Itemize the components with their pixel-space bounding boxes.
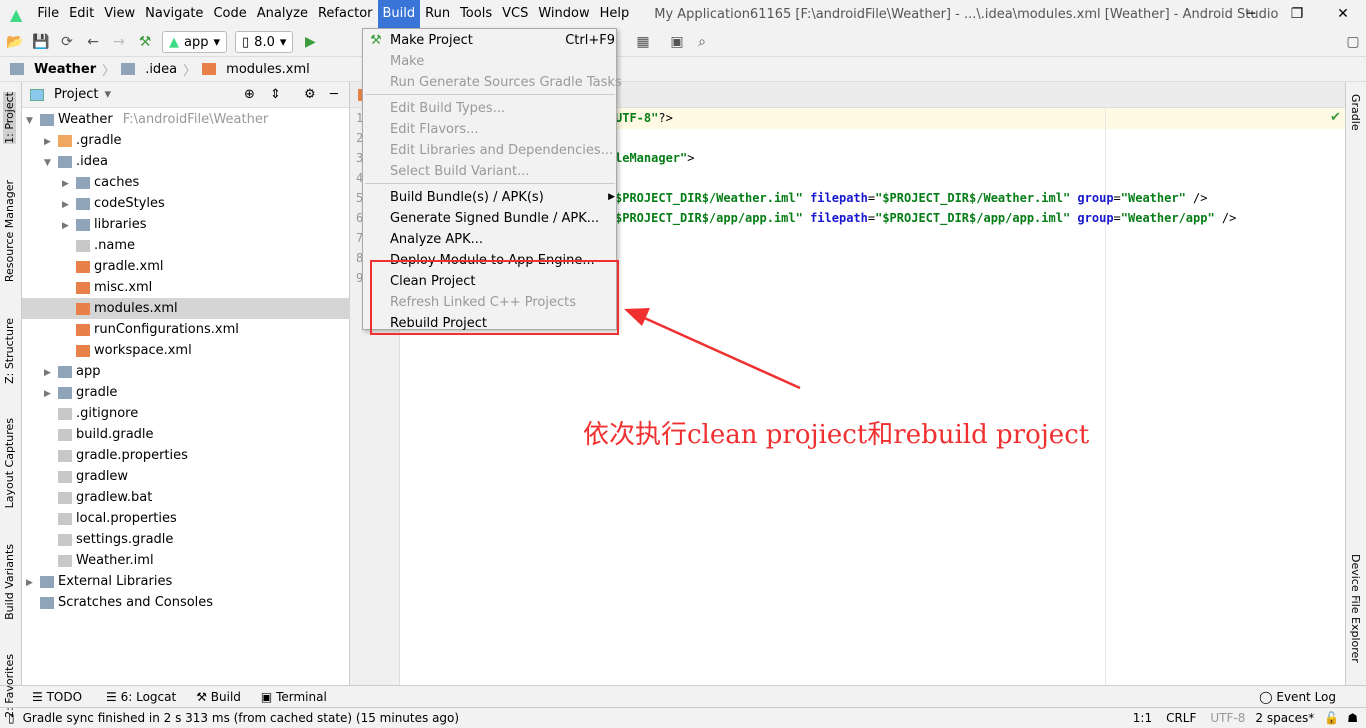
annotation-arrow bbox=[624, 308, 801, 390]
annotation-text: 依次执行clean projiect和rebuild project bbox=[583, 420, 1090, 450]
